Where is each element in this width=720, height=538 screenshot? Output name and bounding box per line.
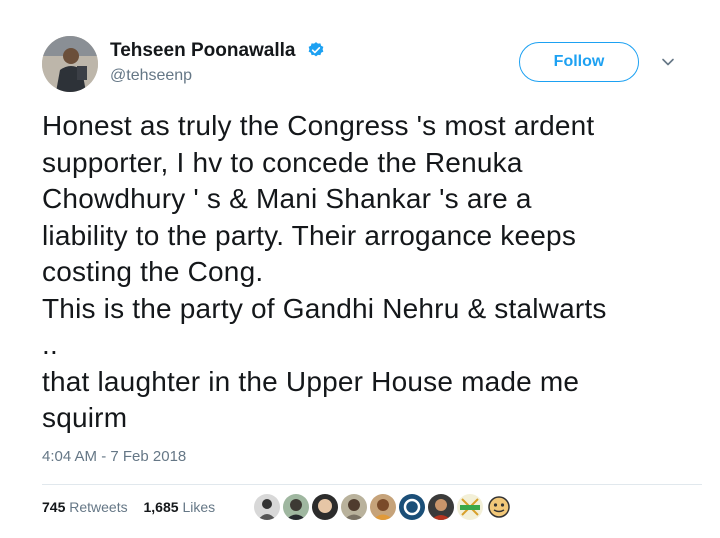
retweets-count: 745 [42, 499, 66, 515]
retweets-stat[interactable]: 745 Retweets [42, 499, 132, 515]
tweet-text: Honest as truly the Congress 's most ard… [42, 108, 692, 437]
liker-avatar[interactable] [398, 493, 426, 521]
liker-avatar[interactable] [456, 493, 484, 521]
tweet-text-line: Chowdhury ' s & Mani Shankar 's are a [42, 183, 532, 214]
liker-avatar[interactable] [282, 493, 310, 521]
display-name[interactable]: Tehseen Poonawalla [110, 40, 325, 62]
liker-avatar[interactable] [369, 493, 397, 521]
liker-avatar[interactable] [340, 493, 368, 521]
tweet-text-line: that laughter in the Upper House made me [42, 365, 580, 397]
follow-button[interactable]: Follow [519, 42, 639, 82]
tweet-card: Tehseen Poonawalla @tehseenp Follow Hone… [0, 0, 720, 538]
liker-avatar[interactable] [427, 493, 455, 521]
tweet-text-line: costing the Cong. [42, 256, 264, 287]
user-avatar[interactable] [42, 36, 98, 92]
divider [42, 484, 702, 485]
tweet-text-line: squirm [42, 402, 128, 433]
tweet-text-line: This is the party of Gandhi Nehru & stal… [42, 292, 607, 324]
tweet-text-line: liability to the party. Their arrogance … [42, 219, 577, 251]
liker-avatar[interactable] [311, 493, 339, 521]
chevron-down-icon[interactable] [660, 54, 676, 70]
tweet-text-line: supporter, I hv to concede the Renuka [42, 146, 523, 178]
verified-badge-icon [308, 42, 324, 57]
liker-avatar[interactable] [485, 493, 513, 521]
retweets-label: Retweets [69, 499, 128, 515]
likes-count: 1,685 [143, 499, 179, 515]
tweet-stats: 745 Retweets 1,685 Likes [42, 499, 227, 515]
avatar-photo [42, 36, 98, 92]
user-handle[interactable]: @tehseenp [110, 67, 192, 85]
tweet-timestamp[interactable]: 4:04 AM - 7 Feb 2018 [42, 448, 186, 465]
tweet-text-line: Honest as truly the Congress 's most ard… [42, 110, 595, 141]
likes-label: Likes [182, 499, 216, 515]
display-name-text: Tehseen Poonawalla [110, 40, 296, 61]
likes-stat[interactable]: 1,685 Likes [144, 499, 216, 515]
liker-avatar[interactable] [253, 493, 281, 521]
tweet-text-line: .. [42, 329, 58, 360]
